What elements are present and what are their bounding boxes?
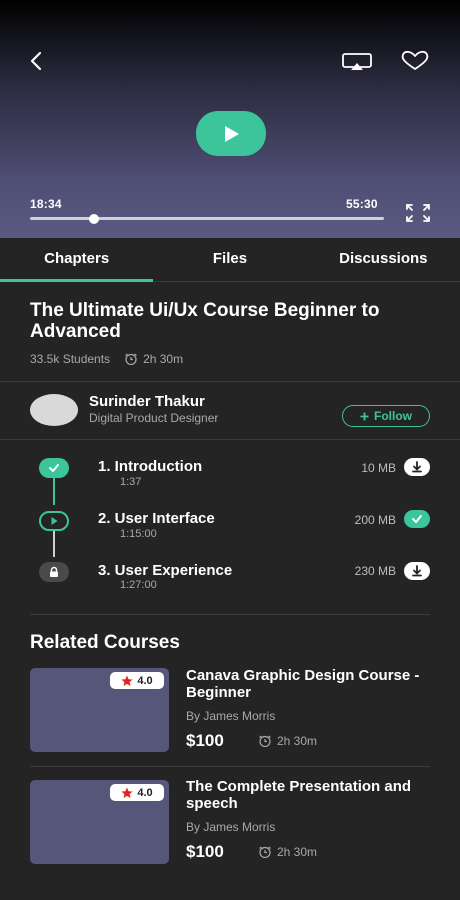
heart-icon[interactable] <box>398 48 432 74</box>
course-duration-text: 2h 30m <box>143 352 184 366</box>
divider <box>0 439 460 440</box>
fullscreen-icon[interactable] <box>404 202 432 224</box>
course-author: By James Morris <box>186 709 276 723</box>
tab-chapters[interactable]: Chapters <box>0 238 154 282</box>
star-icon <box>121 675 133 686</box>
course-price: $100 <box>186 731 224 750</box>
divider <box>0 381 460 382</box>
course-duration-text: 2h 30m <box>277 845 318 859</box>
chapter-title[interactable]: 1. Introduction <box>98 458 202 475</box>
course-duration: 2h 30m <box>258 845 317 859</box>
play-circle-icon[interactable] <box>39 511 69 531</box>
lock-icon <box>39 562 69 582</box>
related-course-title[interactable]: The Complete Presentation and speech <box>186 778 436 812</box>
divider <box>30 614 430 615</box>
course-author: By James Morris <box>186 820 276 834</box>
course-price: $100 <box>186 842 224 861</box>
clock-icon <box>259 735 271 747</box>
rating-badge: 4.0 <box>110 672 164 689</box>
clock-icon <box>259 846 271 858</box>
chapter-title[interactable]: 2. User Interface <box>98 510 215 527</box>
seek-bar[interactable] <box>30 217 384 220</box>
related-course-title[interactable]: Canava Graphic Design Course - Beginner <box>186 667 436 701</box>
download-icon[interactable] <box>404 458 430 476</box>
plus-icon <box>360 412 369 420</box>
play-icon <box>225 125 239 142</box>
follow-button[interactable]: Follow <box>342 405 430 427</box>
chapter-size: 200 MB <box>354 513 396 527</box>
follow-label: Follow <box>374 409 412 423</box>
course-thumbnail[interactable]: 4.0 <box>30 668 169 752</box>
course-duration-text: 2h 30m <box>277 734 318 748</box>
students-count: 33.5k Students <box>30 352 111 366</box>
divider <box>30 766 430 767</box>
avatar[interactable] <box>30 394 78 426</box>
course-thumbnail[interactable]: 4.0 <box>30 780 169 864</box>
chapter-size: 230 MB <box>354 564 396 578</box>
star-icon <box>121 787 133 798</box>
course-meta: 33.5k Students 2h 30m <box>30 352 183 366</box>
current-time: 18:34 <box>30 197 62 211</box>
clock-icon <box>125 353 137 365</box>
chapter-length: 1:37 <box>120 476 142 488</box>
tab-bar: Chapters Files Discussions <box>0 238 460 282</box>
course-duration: 2h 30m <box>124 352 183 366</box>
back-icon[interactable] <box>22 46 52 76</box>
seek-handle[interactable] <box>88 214 99 224</box>
instructor-role: Digital Product Designer <box>89 411 219 425</box>
total-time: 55:30 <box>346 197 378 211</box>
rating-badge: 4.0 <box>110 784 164 801</box>
chapter-size: 10 MB <box>361 461 396 475</box>
course-title: The Ultimate Ui/Ux Course Beginner to Ad… <box>30 300 380 342</box>
rating-value: 4.0 <box>137 674 153 687</box>
instructor-name[interactable]: Surinder Thakur <box>89 393 205 410</box>
timeline-connector <box>53 531 55 557</box>
chapter-length: 1:15:00 <box>120 528 157 540</box>
chapter-length: 1:27:00 <box>120 579 157 591</box>
timeline-connector <box>53 477 55 505</box>
video-player[interactable]: 18:34 55:30 <box>0 0 460 238</box>
tab-discussions[interactable]: Discussions <box>307 238 460 281</box>
play-button[interactable] <box>196 111 266 156</box>
downloaded-check-icon[interactable] <box>404 510 430 528</box>
related-courses-heading: Related Courses <box>30 632 180 653</box>
chapter-title[interactable]: 3. User Experience <box>98 562 232 579</box>
download-icon[interactable] <box>404 562 430 580</box>
airplay-icon[interactable] <box>340 48 374 74</box>
tab-files[interactable]: Files <box>153 238 306 281</box>
rating-value: 4.0 <box>137 786 153 799</box>
course-duration: 2h 30m <box>258 734 317 748</box>
check-icon <box>39 458 69 478</box>
